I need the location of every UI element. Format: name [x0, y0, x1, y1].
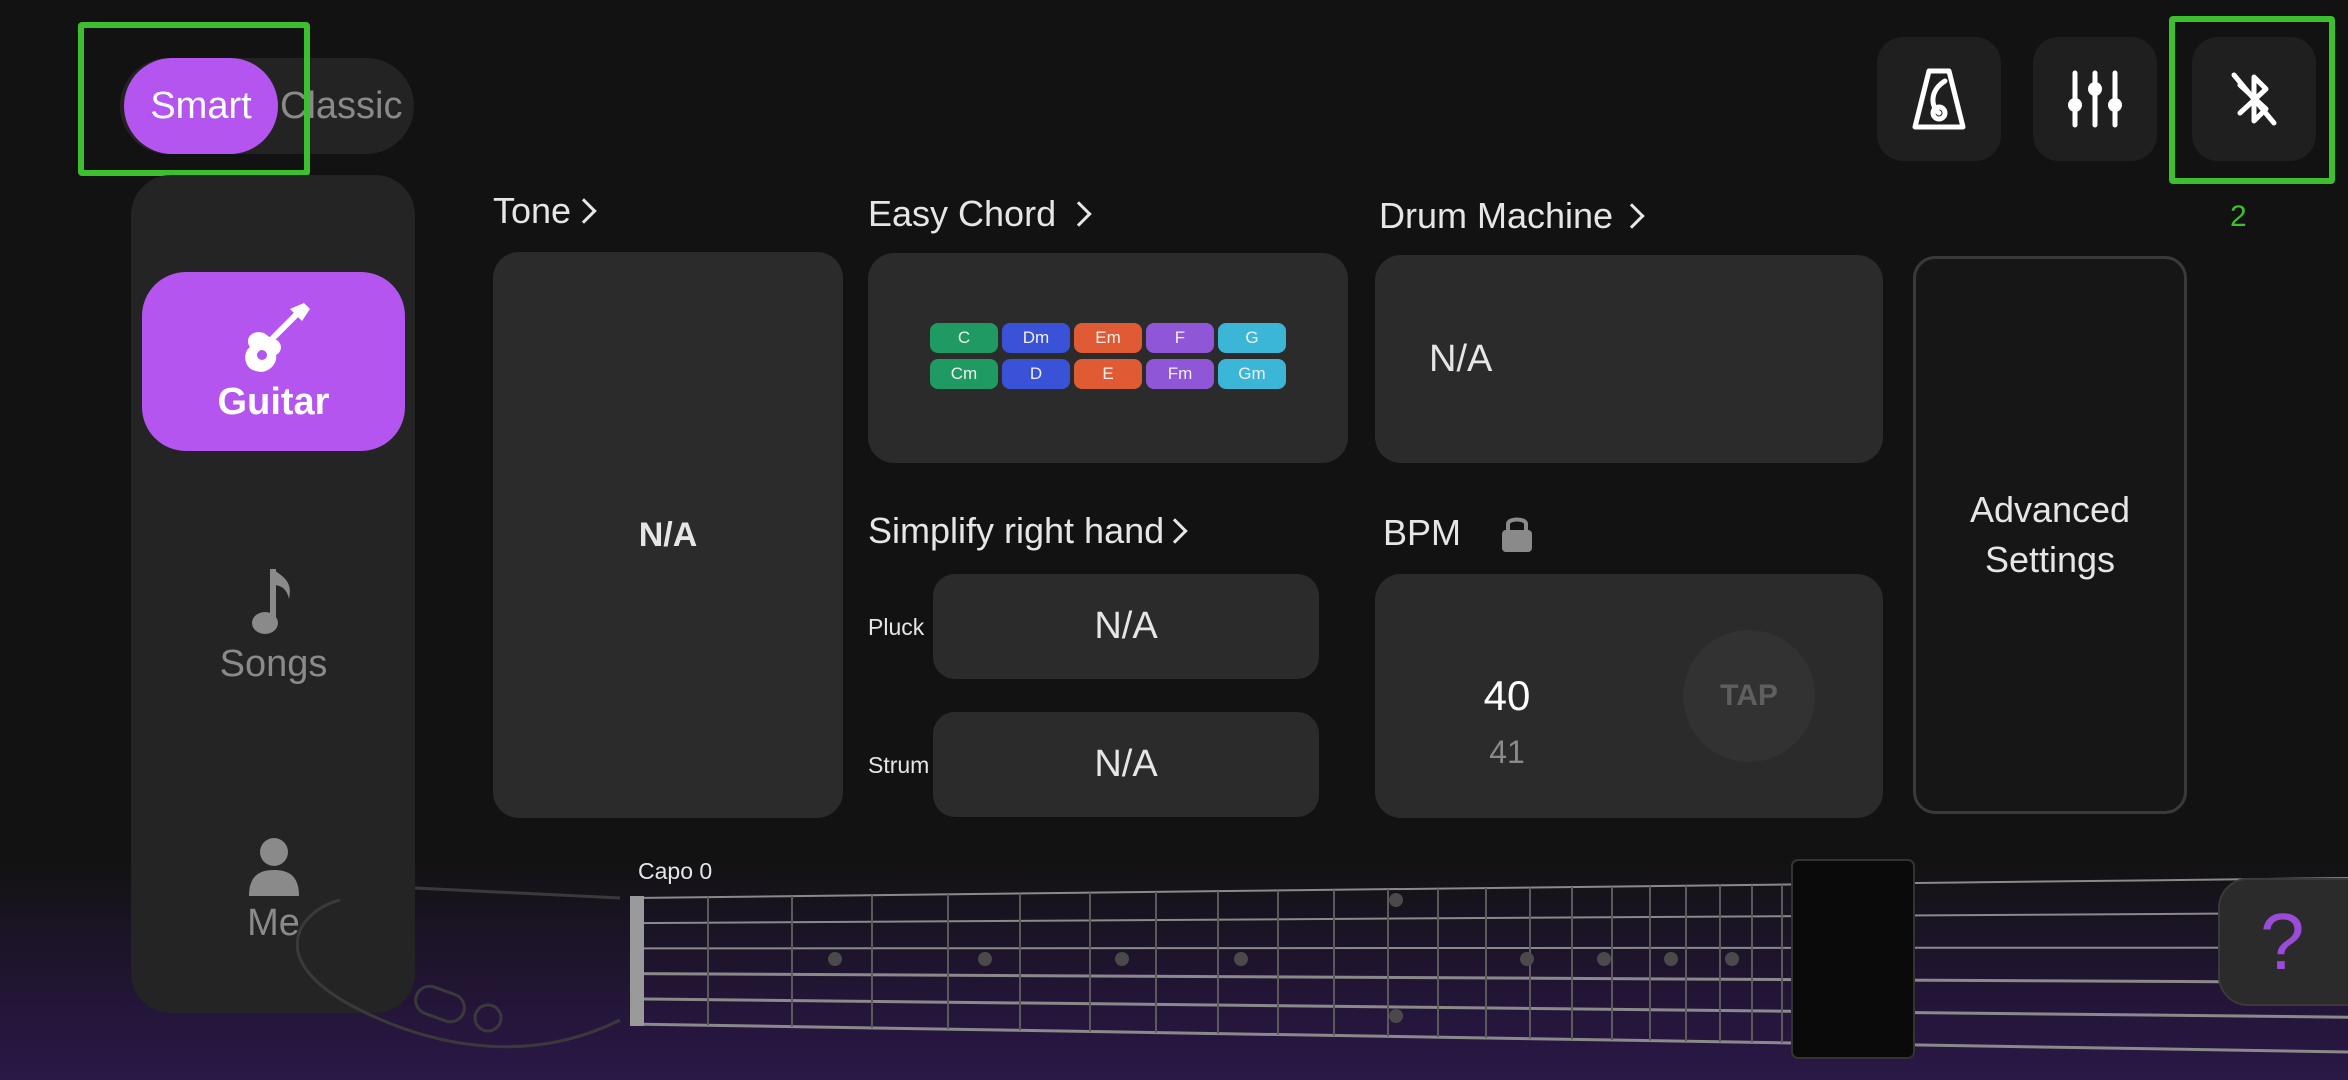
- highlight-box-bluetooth: [2169, 16, 2335, 184]
- pluck-label: Pluck: [868, 614, 925, 640]
- chord-chip[interactable]: F: [1146, 323, 1214, 353]
- strum-selector[interactable]: N/A: [933, 712, 1319, 817]
- bpm-title: BPM: [1383, 512, 1462, 553]
- bpm-sub-value: 41: [1489, 734, 1525, 770]
- drum-machine-value: N/A: [1429, 337, 1493, 380]
- guitar-icon: [244, 303, 310, 372]
- sidebar-item-guitar[interactable]: Guitar: [142, 272, 405, 451]
- chord-chip[interactable]: G: [1218, 323, 1286, 353]
- bpm-value[interactable]: 40: [1447, 672, 1567, 720]
- chevron-right-icon: [1066, 201, 1092, 227]
- chevron-right-icon: [1162, 518, 1188, 544]
- sidebar-item-songs[interactable]: Songs: [142, 555, 405, 695]
- sidebar-item-label: Songs: [219, 642, 328, 685]
- easy-chord-title[interactable]: Easy Chord: [868, 193, 1092, 235]
- chord-row: Cm D E Fm Gm: [930, 359, 1286, 389]
- chord-chip[interactable]: Em: [1074, 323, 1142, 353]
- music-note-icon: [251, 568, 290, 634]
- pluck-selector[interactable]: N/A: [933, 574, 1319, 679]
- fretboard-neck: [629, 877, 2348, 1054]
- chord-chip[interactable]: Fm: [1146, 359, 1214, 389]
- sliders-icon: [2068, 70, 2122, 128]
- chevron-right-icon: [1619, 203, 1645, 229]
- chord-chip[interactable]: Cm: [930, 359, 998, 389]
- tone-card[interactable]: N/A: [493, 252, 843, 818]
- sidebar-item-label: Guitar: [217, 381, 330, 423]
- drum-machine-title[interactable]: Drum Machine: [1379, 195, 1645, 237]
- chord-chip[interactable]: Gm: [1218, 359, 1286, 389]
- tap-button[interactable]: TAP: [1683, 630, 1815, 762]
- chord-row: C Dm Em F G: [930, 323, 1286, 353]
- chord-chip[interactable]: C: [930, 323, 998, 353]
- advanced-settings-button[interactable]: Advanced Settings: [1913, 256, 2187, 814]
- drum-machine-card[interactable]: N/A: [1375, 255, 1883, 463]
- tone-title[interactable]: Tone: [493, 190, 597, 232]
- lock-icon[interactable]: [1500, 512, 1534, 554]
- chord-chip[interactable]: D: [1002, 359, 1070, 389]
- highlight-box-mode-toggle: [78, 22, 310, 176]
- metronome-icon: [1912, 68, 1966, 130]
- mixer-button[interactable]: [2033, 37, 2157, 161]
- annotation-number-2: 2: [2230, 200, 2247, 233]
- easy-chord-card[interactable]: C Dm Em F G Cm D E Fm Gm: [868, 253, 1348, 463]
- chevron-right-icon: [571, 198, 597, 224]
- simplify-title[interactable]: Simplify right hand: [868, 510, 1188, 552]
- strum-label: Strum: [868, 752, 930, 778]
- chord-chip[interactable]: Dm: [1002, 323, 1070, 353]
- tone-value: N/A: [638, 515, 698, 554]
- fretboard-slider[interactable]: [1791, 859, 1915, 1059]
- help-icon: ?: [2260, 897, 2305, 986]
- metronome-button[interactable]: [1877, 37, 2001, 161]
- bpm-card: 40 41 TAP: [1375, 574, 1883, 818]
- chord-chip[interactable]: E: [1074, 359, 1142, 389]
- help-button[interactable]: ?: [2218, 878, 2348, 1006]
- fretboard[interactable]: [0, 840, 2348, 1080]
